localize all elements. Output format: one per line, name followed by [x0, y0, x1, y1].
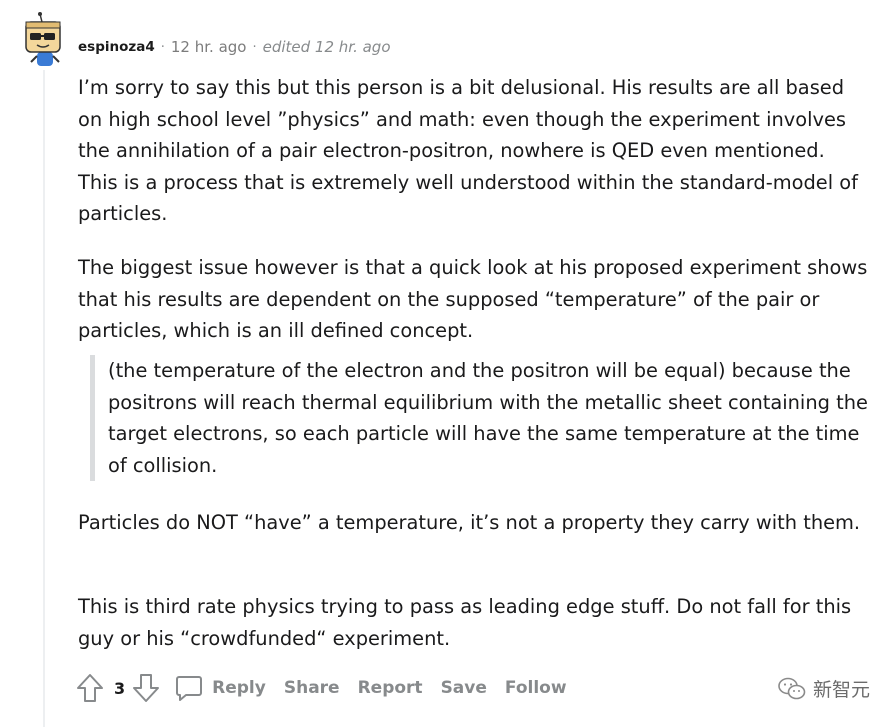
edited-label: edited 12 hr. ago [262, 38, 391, 56]
arrow-down-icon[interactable] [131, 672, 161, 704]
comment-paragraph: This is third rate physics trying to pas… [78, 595, 852, 650]
blockquote-text: (the temperature of the electron and the… [108, 359, 868, 477]
comment-paragraph: I’m sorry to say this but this person is… [78, 76, 858, 225]
edited-separator: · [252, 39, 257, 55]
watermark-text: 新智元 [812, 679, 870, 701]
watermark: 新智元 [777, 675, 870, 702]
wechat-icon [778, 677, 806, 699]
comment-actions: 3 Reply Share Report Save Follow [75, 670, 567, 706]
username-link[interactable]: espinoza4 [78, 39, 155, 55]
follow-button[interactable]: Follow [505, 678, 567, 698]
comment-paragraph: The biggest issue however is that a quic… [78, 256, 868, 342]
arrow-up-icon[interactable] [75, 672, 105, 704]
save-button[interactable]: Save [441, 678, 487, 698]
timestamp-link[interactable]: 12 hr. ago [171, 38, 247, 56]
comment-paragraph: Particles do NOT “have” a temperature, i… [78, 511, 861, 534]
reply-button[interactable]: Reply [174, 673, 266, 703]
comment-meta: espinoza4 · 12 hr. ago · edited 12 hr. a… [78, 36, 391, 58]
avatar[interactable] [21, 12, 67, 68]
thread-line[interactable] [43, 70, 45, 727]
blockquote: (the temperature of the electron and the… [90, 355, 868, 481]
share-button[interactable]: Share [284, 678, 340, 698]
meta-separator: · [160, 39, 165, 55]
reply-label: Reply [212, 678, 266, 698]
vote-count: 3 [114, 678, 126, 698]
speech-bubble-icon [176, 676, 203, 701]
report-button[interactable]: Report [358, 678, 423, 698]
snoo-avatar-icon [25, 12, 61, 66]
